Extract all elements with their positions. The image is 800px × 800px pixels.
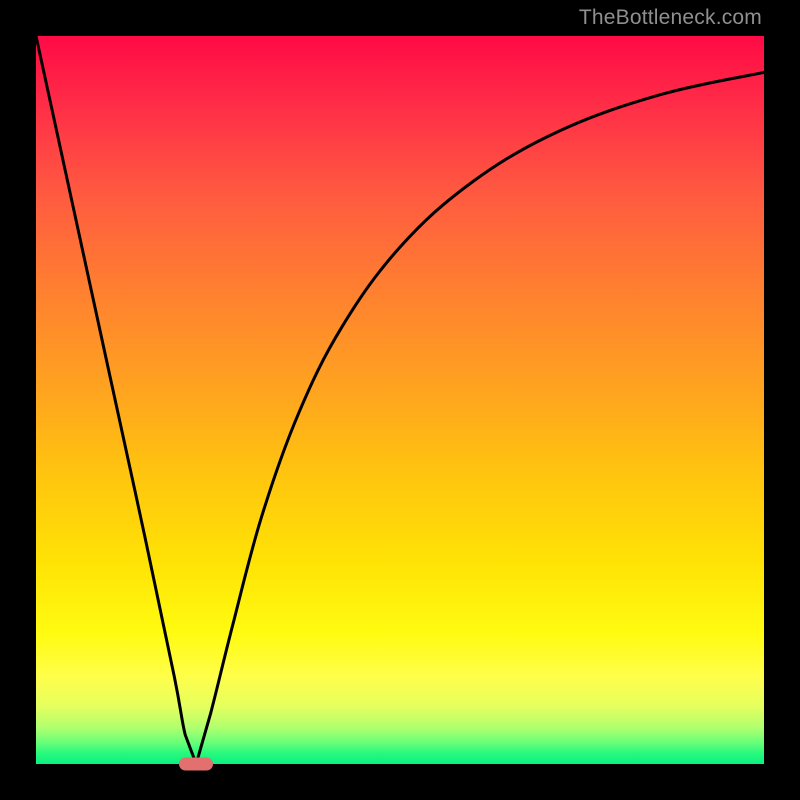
curve-svg [36,36,764,764]
optimum-marker-pill [179,758,213,771]
bottleneck-curve [36,36,764,764]
chart-frame: TheBottleneck.com [0,0,800,800]
plot-area [36,36,764,764]
watermark-text: TheBottleneck.com [579,6,762,30]
